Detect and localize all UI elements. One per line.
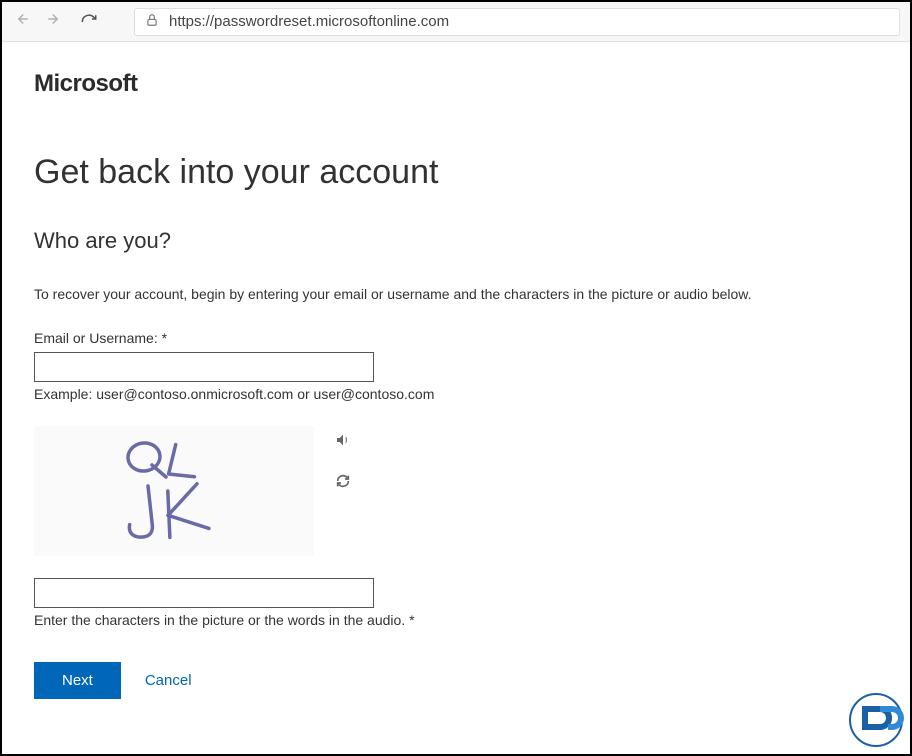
next-button[interactable]: Next (34, 662, 121, 699)
instruction-text: To recover your account, begin by enteri… (34, 286, 878, 302)
forward-icon[interactable] (46, 10, 64, 33)
button-row: Next Cancel (34, 662, 878, 699)
cancel-link[interactable]: Cancel (145, 672, 192, 689)
refresh-icon[interactable] (80, 13, 98, 31)
page-subtitle: Who are you? (34, 228, 878, 254)
lock-icon (145, 13, 159, 31)
microsoft-logo: Microsoft (34, 70, 878, 98)
audio-icon[interactable] (334, 432, 352, 453)
nav-arrows (12, 10, 64, 33)
captcha-controls (334, 426, 352, 494)
page-content: Microsoft Get back into your account Who… (2, 42, 910, 727)
refresh-captcha-icon[interactable] (334, 473, 352, 494)
captcha-section (34, 426, 878, 556)
captcha-help: Enter the characters in the picture or t… (34, 612, 878, 628)
url-text: https://passwordreset.microsoftonline.co… (169, 13, 449, 30)
browser-toolbar: https://passwordreset.microsoftonline.co… (2, 2, 910, 42)
page-title: Get back into your account (34, 153, 878, 192)
captcha-image (34, 426, 314, 556)
email-label: Email or Username: * (34, 330, 878, 346)
captcha-input[interactable] (34, 578, 374, 608)
email-example: Example: user@contoso.onmicrosoft.com or… (34, 386, 878, 402)
email-input[interactable] (34, 352, 374, 382)
address-bar[interactable]: https://passwordreset.microsoftonline.co… (134, 8, 900, 36)
back-icon[interactable] (12, 10, 30, 33)
watermark-badge (848, 692, 904, 748)
